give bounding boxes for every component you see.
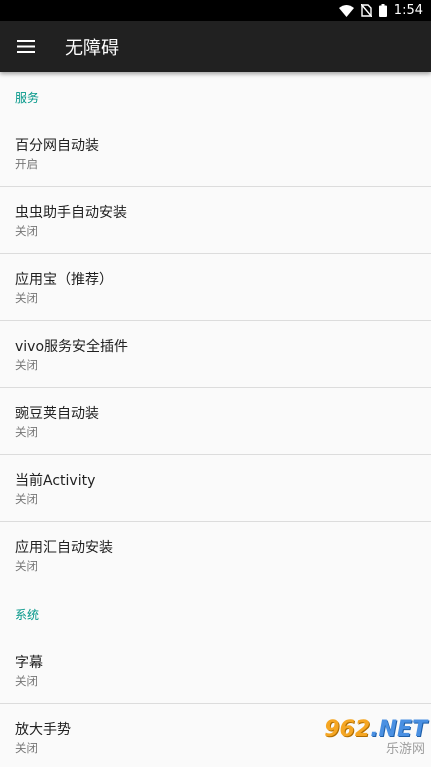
pref-item-yingyonghui-autoinstall[interactable]: 应用汇自动安装 关闭 [0, 522, 431, 589]
pref-item-captions[interactable]: 字幕 关闭 [0, 637, 431, 704]
pref-title: 当前Activity [15, 473, 96, 489]
watermark-subtitle: 乐游网 [385, 742, 425, 757]
pref-title: vivo服务安全插件 [15, 339, 129, 355]
pref-item-current-activity[interactable]: 当前Activity 关闭 [0, 455, 431, 522]
clock: 1:54 [393, 3, 423, 18]
hamburger-menu-icon[interactable] [0, 21, 52, 72]
pref-summary: 关闭 [15, 291, 38, 305]
app-bar: 无障碍 [0, 21, 431, 72]
pref-summary: 关闭 [15, 492, 38, 506]
watermark-brand-number: 962 [324, 717, 371, 742]
pref-title: 字幕 [15, 655, 43, 671]
pref-item-baifenwang-autoinstall[interactable]: 百分网自动装 开启 [0, 120, 431, 187]
pref-summary: 关闭 [15, 358, 38, 372]
pref-item-vivo-security-plugin[interactable]: vivo服务安全插件 关闭 [0, 321, 431, 388]
pref-summary: 关闭 [15, 224, 38, 238]
no-sim-icon [360, 4, 372, 17]
pref-title: 应用宝（推荐） [15, 272, 113, 288]
pref-title: 百分网自动装 [15, 138, 99, 154]
wifi-icon [338, 4, 354, 17]
pref-summary: 关闭 [15, 559, 38, 573]
watermark-logo: 962.NET 乐游网 [287, 713, 427, 763]
pref-title: 应用汇自动安装 [15, 540, 113, 556]
pref-item-chongchong-autoinstall[interactable]: 虫虫助手自动安装 关闭 [0, 187, 431, 254]
status-bar: 1:54 [0, 0, 431, 21]
battery-icon [378, 4, 387, 17]
category-header-services: 服务 [15, 91, 40, 105]
pref-summary: 开启 [15, 157, 38, 171]
pref-item-yingyongbao[interactable]: 应用宝（推荐） 关闭 [0, 254, 431, 321]
watermark-brand-domain: .NET [370, 717, 427, 742]
pref-summary: 关闭 [15, 674, 38, 688]
pref-title: 虫虫助手自动安装 [15, 205, 127, 221]
pref-title: 豌豆荚自动装 [15, 406, 99, 422]
category-header-system: 系统 [15, 608, 40, 622]
watermark-brand: 962.NET [324, 718, 427, 742]
preference-list[interactable]: 服务 百分网自动装 开启 虫虫助手自动安装 关闭 应用宝（推荐） 关闭 vivo… [0, 72, 431, 767]
pref-summary: 关闭 [15, 425, 38, 439]
page-title: 无障碍 [65, 37, 119, 59]
pref-item-wandoujia-autoinstall[interactable]: 豌豆荚自动装 关闭 [0, 388, 431, 455]
